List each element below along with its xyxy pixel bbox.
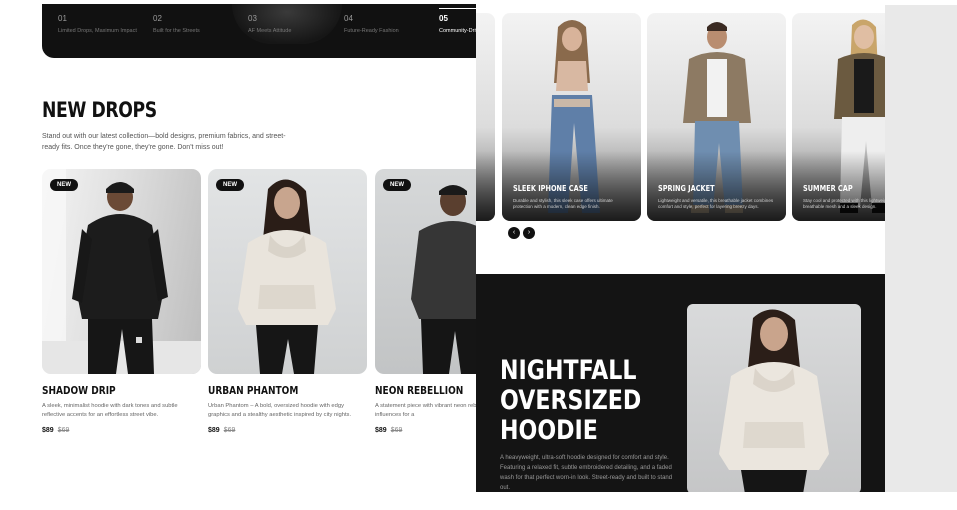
feature-step-2[interactable]: 02 Built for the Streets	[153, 14, 245, 35]
new-drops-panel: 01 Limited Drops, Maximum Impact 02 Buil…	[6, 0, 476, 492]
accessories-carousel: SLEEK IPHONE CASE Durable and stylish, t…	[476, 5, 885, 270]
feature-step-1[interactable]: 01 Limited Drops, Maximum Impact	[58, 14, 150, 35]
product-description: A sleek, minimalist hoodie with dark ton…	[42, 403, 178, 419]
product-name[interactable]: URBAN PHANTOM	[208, 384, 338, 397]
carousel-card[interactable]: SLEEK IPHONE CASE Durable and stylish, t…	[502, 13, 641, 221]
product-card[interactable]: NEW NEON REBELLION A statement piece wit…	[375, 169, 476, 434]
step-number: 03	[248, 14, 257, 23]
carousel-card-title: SUMMER CAP	[803, 184, 853, 193]
hero-product-section: NIGHTFALL OVERSIZED HOODIE A heavyweight…	[476, 274, 885, 492]
feature-step-5[interactable]: 05 Community-Driven	[439, 7, 476, 35]
carousel-card-text: Stay cool and protected with this lightw…	[803, 197, 885, 210]
hero-product-image[interactable]	[687, 304, 861, 492]
carousel-card-title: SLEEK IPHONE CASE	[513, 184, 588, 193]
carousel-card[interactable]: SPRING JACKET Lightweight and versatile,…	[647, 13, 786, 221]
feature-step-3[interactable]: 03 AF Meets Attitude	[248, 14, 340, 35]
bottom-margin	[0, 492, 957, 510]
section-description: Stand out with our latest collection—bol…	[42, 133, 286, 151]
page-gutter	[885, 5, 957, 492]
product-old-price: $69	[57, 426, 70, 434]
product-price: $89	[375, 426, 387, 434]
product-name[interactable]: SHADOW DRIP	[42, 384, 172, 397]
featured-panel: SLEEK IPHONE CASE Durable and stylish, t…	[476, 5, 885, 492]
card-shade	[476, 151, 495, 221]
step-label: Future-Ready Fashion	[344, 28, 399, 34]
hero-title-line: NIGHTFALL	[500, 355, 637, 386]
step-number: 01	[58, 14, 67, 23]
hero-title-line: OVERSIZED	[500, 385, 642, 416]
step-label: Community-Driven	[439, 28, 476, 34]
carousel-card-partial[interactable]	[476, 13, 495, 221]
new-badge: NEW	[50, 179, 78, 191]
step-number: 04	[344, 14, 353, 23]
model-photo-black-hoodie	[42, 169, 201, 374]
hero-description: A heavyweight, ultra-soft hoodie designe…	[500, 455, 673, 491]
product-card[interactable]: NEW URBAN PHANTOM Urban Phantom – A bold…	[208, 169, 367, 434]
chevron-right-icon[interactable]: ›	[523, 227, 535, 239]
carousel-card[interactable]: SUMMER CAP Stay cool and protected with …	[792, 13, 885, 221]
hero-title-line: HOODIE	[500, 415, 598, 446]
carousel-card-title: SPRING JACKET	[658, 184, 715, 193]
chevron-left-icon[interactable]: ‹	[508, 227, 520, 239]
price-row: $89 $69	[42, 427, 201, 434]
product-old-price: $69	[223, 426, 236, 434]
product-price: $89	[208, 426, 220, 434]
carousel-card-text: Lightweight and versatile, this breathab…	[658, 197, 774, 210]
step-number: 02	[153, 14, 162, 23]
step-number: 05	[439, 14, 448, 23]
product-image[interactable]: NEW	[208, 169, 367, 374]
new-badge: NEW	[383, 179, 411, 191]
carousel-card-text: Durable and stylish, this sleek case off…	[513, 197, 613, 210]
hero-title: NIGHTFALL OVERSIZED HOODIE	[500, 356, 641, 446]
product-description: Urban Phantom – A bold, oversized hoodie…	[208, 403, 352, 419]
product-price: $89	[42, 426, 54, 434]
product-card[interactable]: NEW SHADOW DRIP A sleek, minimalist hood…	[42, 169, 201, 434]
feature-steps-band: 01 Limited Drops, Maximum Impact 02 Buil…	[42, 4, 476, 58]
step-label: Built for the Streets	[153, 28, 200, 34]
product-image[interactable]: NEW	[42, 169, 201, 374]
section-title: NEW DROPS	[42, 98, 157, 122]
product-image[interactable]: NEW	[375, 169, 476, 374]
step-label: Limited Drops, Maximum Impact	[58, 28, 137, 34]
model-photo-cream-hoodie	[238, 179, 336, 374]
product-old-price: $69	[390, 426, 403, 434]
model-photo-nightfall-hoodie	[719, 309, 829, 492]
price-row: $89 $69	[208, 427, 367, 434]
product-description: A statement piece with vibrant neon rebe…	[375, 403, 476, 419]
product-name[interactable]: NEON REBELLION	[375, 384, 476, 397]
price-row: $89 $69	[375, 427, 476, 434]
feature-step-4[interactable]: 04 Future-Ready Fashion	[344, 14, 436, 35]
screenshot-stage: 01 Limited Drops, Maximum Impact 02 Buil…	[0, 0, 957, 510]
step-label: AF Meets Attitude	[248, 28, 292, 34]
model-photo-charcoal-hoodie	[411, 185, 476, 374]
new-badge: NEW	[216, 179, 244, 191]
